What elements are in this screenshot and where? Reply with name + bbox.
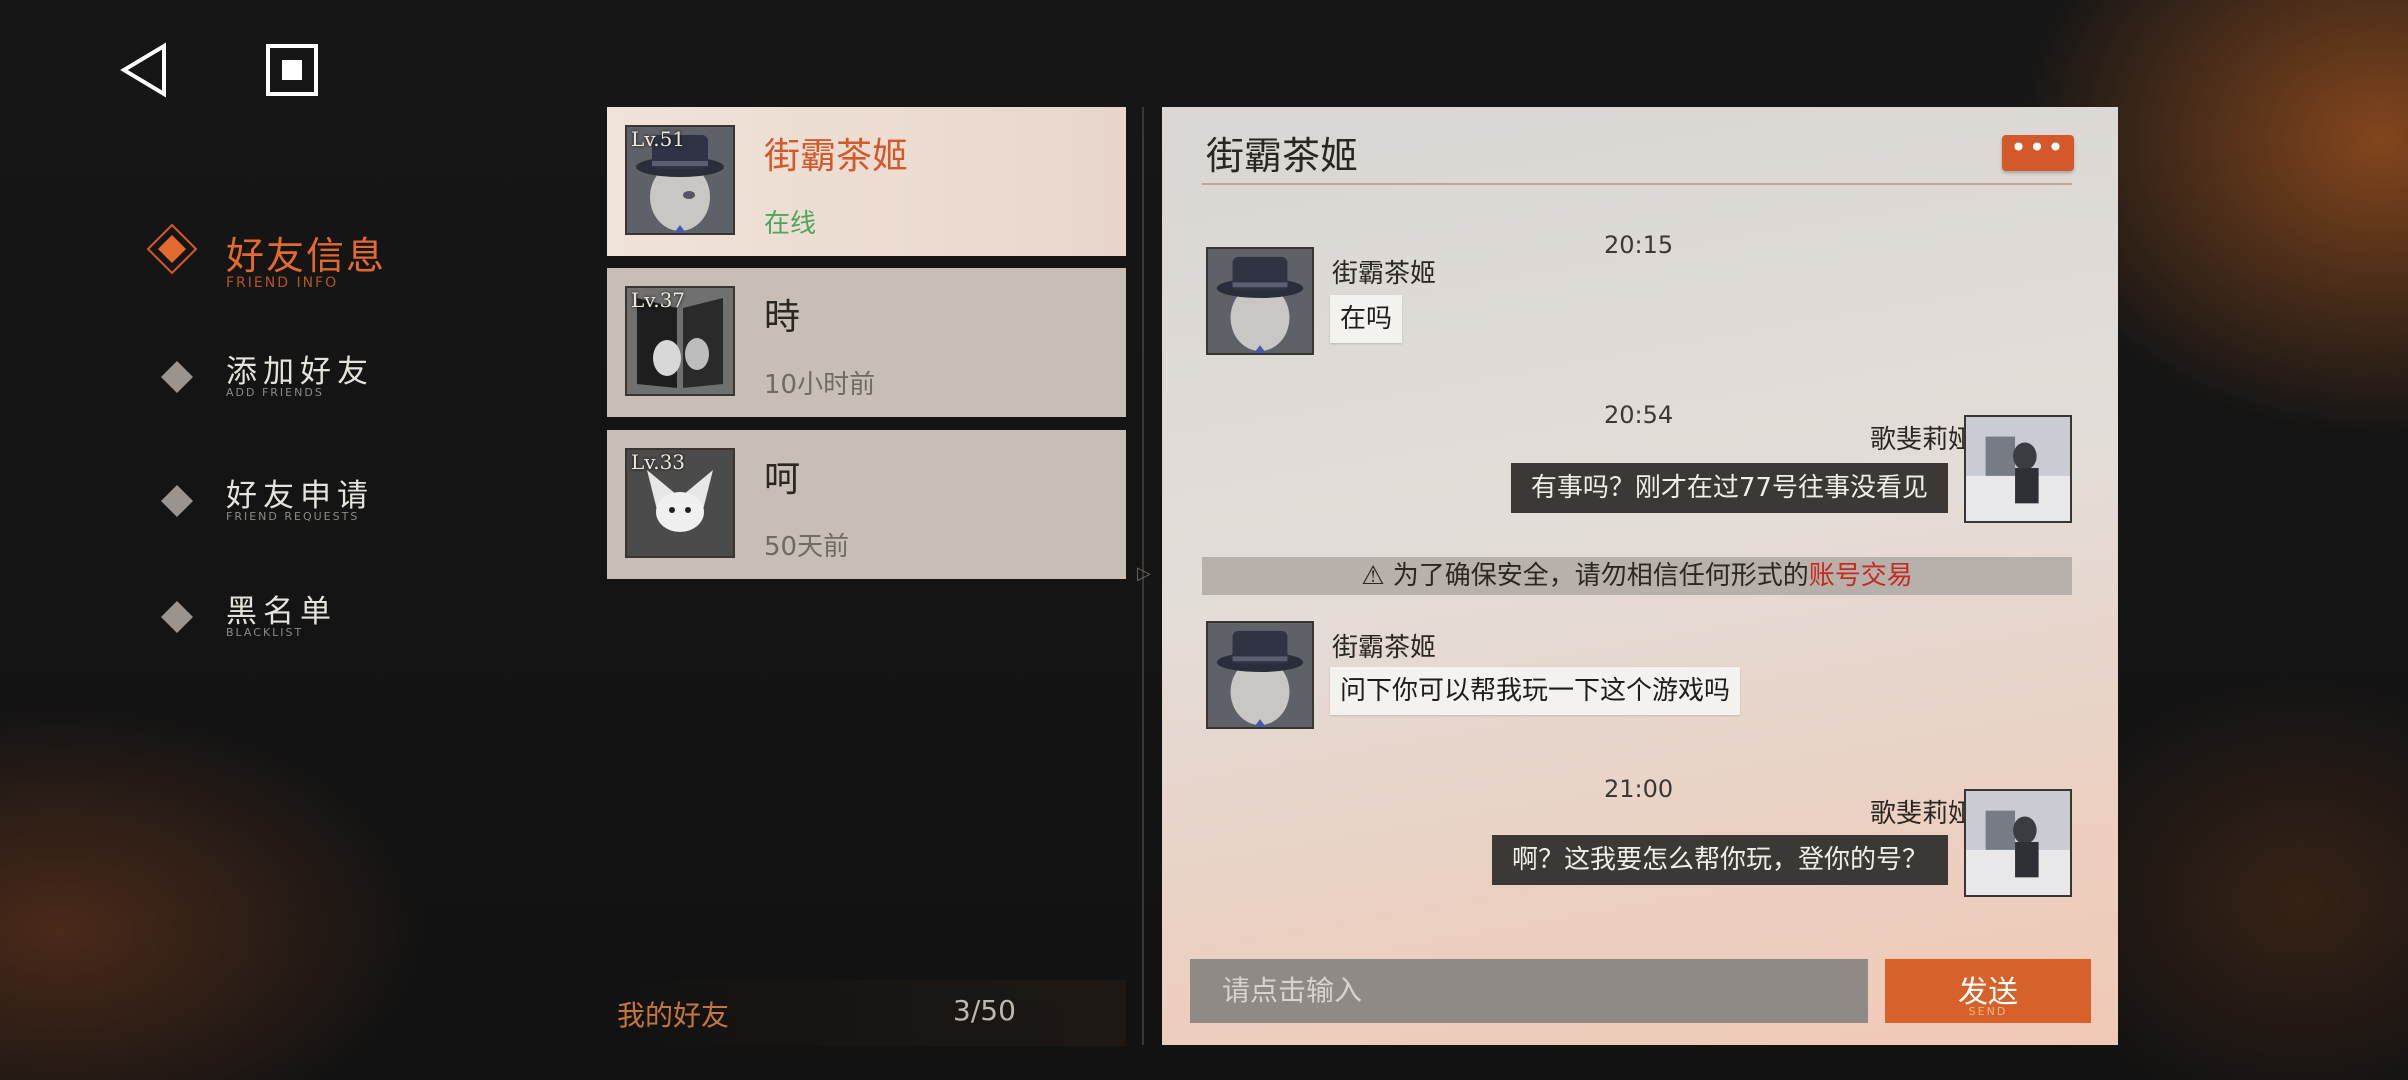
more-options-button[interactable]: ••• [2002, 134, 2074, 171]
back-icon[interactable] [116, 40, 176, 100]
message-bubble: 有事吗？刚才在过77号往事没看见 [1510, 463, 1948, 513]
avatar[interactable] [1964, 789, 2072, 897]
message-input[interactable]: 请点击输入 [1190, 959, 1868, 1023]
level-badge: Lv.51 [631, 127, 686, 151]
nav-item-label: 添加好友 [226, 354, 374, 390]
nav-item-sublabel: ADD FRIENDS [226, 386, 324, 399]
diamond-icon [161, 601, 193, 633]
friend-name: 時 [764, 297, 801, 338]
friend-status: 50天前 [764, 532, 850, 562]
level-badge: Lv.37 [631, 288, 686, 312]
friends-footer: 我的好友 3/50 [607, 980, 1126, 1046]
nav-friend-info[interactable]: 好友信息 FRIEND INFO [138, 205, 398, 295]
nav-item-sublabel: BLACKLIST [226, 626, 304, 639]
nav-main-title: 好友信息 [226, 234, 387, 278]
diamond-icon [146, 223, 198, 275]
chat-title: 街霸茶姬 [1206, 134, 1359, 178]
message-bubble: 啊？这我要怎么帮你玩，登你的号？ [1491, 835, 1948, 885]
expand-arrow-icon[interactable]: ▷ [1137, 563, 1151, 584]
friend-status: 在线 [764, 209, 817, 239]
avatar[interactable] [1206, 247, 1314, 355]
friend-card[interactable]: Lv.51 街霸茶姬 在线 [607, 107, 1126, 256]
message-bubble: 问下你可以帮我玩一下这个游戏吗 [1330, 667, 1741, 715]
avatar[interactable] [1964, 415, 2072, 523]
send-button[interactable]: 发送 SEND [1885, 959, 2091, 1023]
nav-main-subtitle: FRIEND INFO [226, 275, 339, 291]
friend-name: 街霸茶姬 [764, 136, 909, 177]
avatar: Lv.37 [625, 286, 735, 396]
avatar: Lv.51 [625, 125, 735, 235]
nav-item-sublabel: FRIEND REQUESTS [226, 510, 360, 523]
sender-name: 歌斐莉娅 [1869, 425, 1974, 455]
timestamp: 20:15 [1604, 231, 1674, 259]
sender-name: 歌斐莉娅 [1869, 799, 1974, 829]
avatar[interactable] [1206, 621, 1314, 729]
friend-name: 呵 [764, 459, 801, 500]
avatar: Lv.33 [625, 448, 735, 558]
friend-card[interactable]: Lv.37 時 10小时前 [607, 268, 1126, 417]
chat-panel: 街霸茶姬 ••• 20:15 街霸茶姬 在吗 20:54 歌斐莉娅 有事吗？刚才… [1162, 107, 2118, 1045]
friend-status: 10小时前 [764, 370, 876, 400]
sender-name: 街霸茶姬 [1332, 633, 1437, 663]
nav-friend-requests[interactable]: 好友申请 FRIEND REQUESTS [160, 470, 400, 540]
warning-icon: ⚠ [1361, 561, 1385, 591]
diamond-icon [161, 485, 193, 517]
level-badge: Lv.33 [631, 450, 686, 474]
security-warning: ⚠ 为了确保安全，请勿相信任何形式的账号交易 [1202, 557, 2072, 595]
nav-item-label: 好友申请 [226, 478, 374, 514]
send-sublabel: SEND [1968, 1005, 2008, 1018]
nav-blacklist[interactable]: 黑名单 BLACKLIST [160, 586, 400, 656]
my-friends-label: 我的好友 [617, 999, 730, 1032]
nav-item-label: 黑名单 [226, 594, 337, 630]
friend-card[interactable]: Lv.33 呵 50天前 [607, 430, 1126, 579]
message-bubble: 在吗 [1330, 295, 1403, 343]
warning-highlight: 账号交易 [1808, 561, 1913, 591]
nav-add-friends[interactable]: 添加好友 ADD FRIENDS [160, 346, 400, 416]
sender-name: 街霸茶姬 [1332, 259, 1437, 289]
divider [1202, 183, 2072, 185]
diamond-icon [161, 361, 193, 393]
warning-text: 为了确保安全，请勿相信任何形式的 [1392, 561, 1809, 591]
square-menu-icon[interactable] [262, 40, 322, 100]
timestamp: 20:54 [1604, 401, 1674, 429]
friend-count: 3/50 [953, 994, 1016, 1027]
timestamp: 21:00 [1604, 775, 1674, 803]
